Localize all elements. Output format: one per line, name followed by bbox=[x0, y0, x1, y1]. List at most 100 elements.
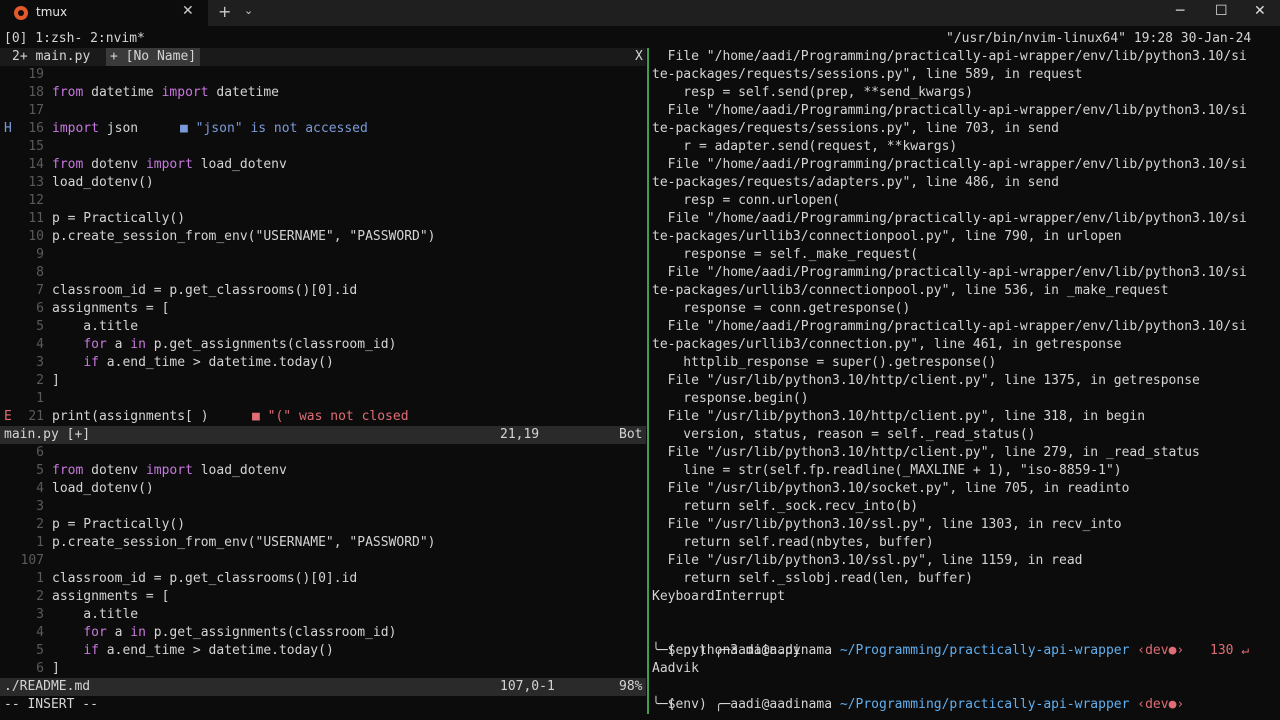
window-titlebar: tmux ✕ + ⌄ ─ ☐ ✕ bbox=[0, 0, 1280, 26]
code-line[interactable]: load_dotenv() bbox=[52, 174, 154, 192]
bottom-status-file: ./README.md bbox=[4, 679, 91, 694]
line-number: 3 bbox=[36, 355, 44, 370]
terminal-line: te-packages/urllib3/connectionpool.py", … bbox=[652, 229, 1122, 244]
line-number: 4 bbox=[36, 625, 44, 640]
maximize-button[interactable]: ☐ bbox=[1215, 3, 1228, 19]
line-number: 1 bbox=[36, 391, 44, 406]
line-number: 13 bbox=[28, 175, 44, 190]
code-line[interactable]: classroom_id = p.get_classrooms()[0].id bbox=[52, 282, 357, 300]
terminal-line: te-packages/urllib3/connectionpool.py", … bbox=[652, 283, 1169, 298]
terminal-line: File "/usr/lib/python3.10/http/client.py… bbox=[652, 445, 1200, 460]
code-line[interactable]: ] bbox=[52, 372, 60, 390]
terminal-line: resp = self.send(prep, **send_kwargs) bbox=[652, 85, 973, 100]
code-line[interactable]: assignments = [ bbox=[52, 588, 169, 606]
code-line[interactable]: load_dotenv() bbox=[52, 480, 154, 498]
code-line[interactable]: if a.end_time > datetime.today() bbox=[52, 354, 333, 372]
prompt-line-1: (env) ╭─aadi@aadinama ~/Programming/prac… bbox=[652, 624, 1185, 658]
line-number: 3 bbox=[36, 499, 44, 514]
bottom-status-position: 107,0-1 bbox=[500, 679, 555, 694]
terminal-line: response.begin() bbox=[652, 391, 809, 406]
prompt-user: ╭─aadi@aadinama bbox=[714, 697, 833, 712]
tab-close-icon[interactable]: ✕ bbox=[182, 3, 194, 19]
code-line[interactable]: from dotenv import load_dotenv bbox=[52, 156, 287, 174]
minimize-button[interactable]: ─ bbox=[1176, 3, 1184, 19]
code-line[interactable]: ] bbox=[52, 660, 60, 678]
line-number: 14 bbox=[28, 157, 44, 172]
close-window-button[interactable]: ✕ bbox=[1254, 3, 1266, 19]
line-number: 6 bbox=[36, 661, 44, 676]
nvim-top-statusline bbox=[0, 426, 646, 444]
terminal-line: response = self._make_request( bbox=[652, 247, 919, 262]
bottom-status-percent: 98% bbox=[619, 679, 643, 694]
terminal-line: httplib_response = super().getresponse() bbox=[652, 355, 997, 370]
code-line[interactable]: p.create_session_from_env("USERNAME", "P… bbox=[52, 534, 436, 552]
terminal-line: KeyboardInterrupt bbox=[652, 589, 786, 604]
code-line[interactable]: print(assignments[ ) bbox=[52, 408, 209, 426]
terminal-line: line = str(self.fp.readline(_MAXLINE + 1… bbox=[652, 463, 1122, 478]
nvim-tab-noname[interactable]: + [No Name] bbox=[106, 48, 201, 66]
terminal-line: te-packages/requests/sessions.py", line … bbox=[652, 121, 1059, 136]
code-line[interactable]: for a in p.get_assignments(classroom_id) bbox=[52, 336, 396, 354]
code-line[interactable]: a.title bbox=[52, 606, 138, 624]
nvim-tab-close[interactable]: X bbox=[635, 48, 643, 66]
ubuntu-icon bbox=[14, 6, 28, 20]
code-line[interactable]: import json bbox=[52, 120, 138, 138]
terminal-line: File "/usr/lib/python3.10/ssl.py", line … bbox=[652, 517, 1122, 532]
nvim-mode-indicator: -- INSERT -- bbox=[4, 697, 98, 712]
terminal-line: response = conn.getresponse() bbox=[652, 301, 911, 316]
line-number: 2 bbox=[36, 589, 44, 604]
pane-divider[interactable] bbox=[647, 48, 649, 714]
line-number: 19 bbox=[28, 67, 44, 82]
command-line-1: ╰─$ python3 main.py bbox=[652, 643, 801, 658]
terminal-line: return self.read(nbytes, buffer) bbox=[652, 535, 934, 550]
line-number: 8 bbox=[36, 265, 44, 280]
line-number: 11 bbox=[28, 211, 44, 226]
line-number: 9 bbox=[36, 247, 44, 262]
line-number: 6 bbox=[36, 301, 44, 316]
nvim-tab-main[interactable]: 2+ main.py bbox=[12, 48, 90, 66]
tmux-status-left: [0] 1:zsh- 2:nvim* bbox=[4, 31, 145, 46]
prompt-line-2: (env) ╭─aadi@aadinama ~/Programming/prac… bbox=[652, 678, 1185, 712]
command-line-2[interactable]: ╰─$ bbox=[652, 696, 675, 714]
terminal-line: File "/home/aadi/Programming/practically… bbox=[652, 157, 1247, 172]
line-number: 107 bbox=[20, 553, 44, 568]
code-line[interactable]: from datetime import datetime bbox=[52, 84, 279, 102]
tmux-status-right: "/usr/bin/nvim-linux64" 19:28 30-Jan-24 bbox=[946, 31, 1252, 46]
new-tab-button[interactable]: + bbox=[218, 2, 231, 21]
line-number: 5 bbox=[36, 319, 44, 334]
line-number: 2 bbox=[36, 517, 44, 532]
code-line[interactable]: assignments = [ bbox=[52, 300, 169, 318]
terminal-line: resp = conn.urlopen( bbox=[652, 193, 840, 208]
terminal-line: File "/usr/lib/python3.10/socket.py", li… bbox=[652, 481, 1130, 496]
top-status-percent: Bot bbox=[619, 427, 643, 442]
line-number: 1 bbox=[36, 535, 44, 550]
line-number: 4 bbox=[36, 481, 44, 496]
terminal-line: version, status, reason = self._read_sta… bbox=[652, 427, 1036, 442]
diagnostic-message: ■ "(" was not closed bbox=[252, 409, 409, 424]
top-status-position: 21,19 bbox=[500, 427, 540, 442]
code-line[interactable]: p = Practically() bbox=[52, 516, 185, 534]
code-line[interactable]: p.create_session_from_env("USERNAME", "P… bbox=[52, 228, 436, 246]
terminal-line: te-packages/requests/sessions.py", line … bbox=[652, 67, 1083, 82]
code-line[interactable]: a.title bbox=[52, 318, 138, 336]
tab-dropdown-icon[interactable]: ⌄ bbox=[244, 4, 253, 17]
line-number: 17 bbox=[28, 103, 44, 118]
code-line[interactable]: p = Practically() bbox=[52, 210, 185, 228]
line-number: 18 bbox=[28, 85, 44, 100]
tab-title: tmux bbox=[36, 5, 68, 19]
line-number: 5 bbox=[36, 463, 44, 478]
line-number: 7 bbox=[36, 283, 44, 298]
line-number: 10 bbox=[28, 229, 44, 244]
prompt-branch: ‹dev●› bbox=[1129, 697, 1185, 712]
line-number: 4 bbox=[36, 337, 44, 352]
terminal-tab[interactable]: tmux ✕ bbox=[0, 0, 208, 26]
code-line[interactable]: if a.end_time > datetime.today() bbox=[52, 642, 333, 660]
line-number: 3 bbox=[36, 607, 44, 622]
terminal-line: File "/usr/lib/python3.10/http/client.py… bbox=[652, 409, 1146, 424]
prompt-branch: ‹dev●› bbox=[1129, 643, 1185, 658]
terminal-line: File "/home/aadi/Programming/practically… bbox=[652, 265, 1247, 280]
code-line[interactable]: from dotenv import load_dotenv bbox=[52, 462, 287, 480]
code-line[interactable]: for a in p.get_assignments(classroom_id) bbox=[52, 624, 396, 642]
code-line[interactable]: classroom_id = p.get_classrooms()[0].id bbox=[52, 570, 357, 588]
terminal-line: te-packages/urllib3/connection.py", line… bbox=[652, 337, 1122, 352]
